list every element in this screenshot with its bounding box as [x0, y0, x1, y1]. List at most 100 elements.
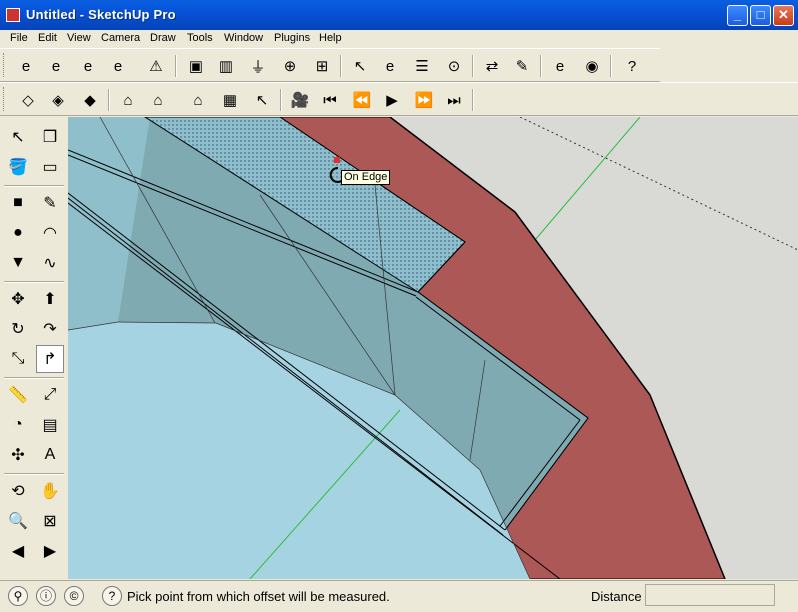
text-tool-icon[interactable]: ▤ — [36, 411, 64, 439]
materials-grid-icon[interactable]: ▦ — [218, 88, 242, 112]
menu-view[interactable]: View — [67, 32, 91, 44]
protractor-icon[interactable]: ◔ — [4, 411, 32, 439]
paint-bucket-icon[interactable]: 🪣 — [4, 153, 32, 181]
menu-tools[interactable]: Tools — [187, 32, 213, 44]
tool-separator — [4, 185, 64, 187]
polygon-tool-icon[interactable]: ▼ — [4, 249, 32, 277]
plug-icon[interactable]: ⏚ — [246, 54, 270, 78]
play-icon[interactable]: ▶ — [380, 88, 404, 112]
save-as-e-icon[interactable]: e — [106, 54, 130, 78]
large-tool-set: ↖ ❒ 🪣 ▭ ■ ✎ ● ◠ ▼ ∿ ✥ ⬆ ↻ ↷ ⤡ ↱ 📏 ⤢ ◔ ▤ … — [0, 117, 69, 579]
make-component-icon[interactable]: ❒ — [36, 123, 64, 151]
push-pull-icon[interactable]: ⬆ — [36, 285, 64, 313]
movie-camera-icon[interactable]: 🎥 — [288, 88, 312, 112]
pencil-line-icon[interactable]: ✎ — [36, 189, 64, 217]
zoom-window-icon[interactable]: ⊠ — [36, 507, 64, 535]
inference-tooltip: On Edge — [341, 170, 391, 185]
previous-view-icon[interactable]: ◀ — [4, 537, 32, 565]
3d-text-icon[interactable]: A — [36, 441, 64, 469]
tool-separator — [4, 281, 64, 283]
toolbar-grip[interactable] — [3, 53, 7, 77]
window-title: Untitled - SketchUp Pro — [26, 7, 176, 22]
measurements-label: Distance — [591, 589, 642, 604]
house-colored-icon[interactable]: ⌂ — [146, 88, 170, 112]
skip-first-icon[interactable]: ⏮ — [318, 88, 342, 112]
app-icon[interactable] — [6, 8, 20, 22]
tape-measure-icon[interactable]: 📏 — [4, 381, 32, 409]
hidden-line-cube-icon[interactable]: ◆ — [78, 88, 102, 112]
binoculars-icon[interactable]: ⊙ — [442, 54, 466, 78]
freehand-tool-icon[interactable]: ∿ — [36, 249, 64, 277]
rectangle-tool-icon[interactable]: ■ — [4, 189, 32, 217]
next-view-icon[interactable]: ▶ — [36, 537, 64, 565]
zoom-tool-icon[interactable]: 🔍 — [4, 507, 32, 535]
menu-camera[interactable]: Camera — [101, 32, 140, 44]
pointer-help-icon[interactable]: ↖ — [348, 54, 372, 78]
axes-tool-icon[interactable]: ✣ — [4, 441, 32, 469]
tool-separator — [4, 377, 64, 379]
warning-icon[interactable]: ⚠ — [144, 54, 168, 78]
geo-location-icon[interactable]: ⚲ — [8, 586, 28, 606]
skip-last-icon[interactable]: ⏭ — [442, 88, 466, 112]
toolbar-separator — [340, 55, 342, 77]
component-axes-icon[interactable]: ▥ — [214, 54, 238, 78]
paint-select-icon[interactable]: ↖ — [250, 88, 274, 112]
target-cc-icon[interactable]: ⊕ — [278, 54, 302, 78]
instructor-help-icon[interactable]: ? — [102, 586, 122, 606]
title-bar[interactable]: Untitled - SketchUp Pro _ □ ✕ — [0, 0, 798, 30]
ie-plus-icon[interactable]: e — [548, 54, 572, 78]
globe-icon[interactable]: ◉ — [580, 54, 604, 78]
close-button[interactable]: ✕ — [773, 5, 794, 26]
move-tool-icon[interactable]: ✥ — [4, 285, 32, 313]
toolbar-main: e e e e ⚠ ▣ ▥ ⏚ ⊕ ⊞ ↖ e ☰ ⊙ ⇄ ✎ e ◉ ? — [0, 48, 660, 82]
toolbar-separator — [540, 55, 542, 77]
menu-draw[interactable]: Draw — [150, 32, 176, 44]
save-e-icon[interactable]: e — [76, 54, 100, 78]
offset-tool-icon[interactable]: ↱ — [36, 345, 64, 373]
pan-hand-icon[interactable]: ✋ — [36, 477, 64, 505]
wire-cube-icon[interactable]: ◈ — [46, 88, 70, 112]
ie-export-icon[interactable]: e — [14, 54, 38, 78]
toolbar-separator — [108, 89, 110, 111]
status-bar: ⚲ ⓘ © ? Pick point from which offset wil… — [0, 580, 798, 612]
minimize-button[interactable]: _ — [727, 5, 748, 26]
swap-arrows-icon[interactable]: ⇄ — [480, 54, 504, 78]
house-textured-icon[interactable]: ⌂ — [186, 88, 210, 112]
help-icon[interactable]: ? — [620, 54, 644, 78]
circle-tool-icon[interactable]: ● — [4, 219, 32, 247]
toolbar-separator — [175, 55, 177, 77]
menu-help[interactable]: Help — [319, 32, 342, 44]
rewind-icon[interactable]: ⏪ — [350, 88, 374, 112]
follow-me-icon[interactable]: ↷ — [36, 315, 64, 343]
orbit-tool-icon[interactable]: ⟲ — [4, 477, 32, 505]
select-tool-icon[interactable]: ↖ — [4, 123, 32, 151]
house-shaded-icon[interactable]: ⌂ — [116, 88, 140, 112]
menu-edit[interactable]: Edit — [38, 32, 57, 44]
menu-file[interactable]: File — [10, 32, 28, 44]
drawing-viewport[interactable]: On Edge — [68, 117, 798, 579]
dimension-tool-icon[interactable]: ⤢ — [36, 381, 64, 409]
components-export-icon[interactable]: e — [44, 54, 68, 78]
arc-tool-icon[interactable]: ◠ — [36, 219, 64, 247]
grid-rm-icon[interactable]: ⊞ — [310, 54, 334, 78]
window-list-icon[interactable]: ☰ — [410, 54, 434, 78]
browser-e-icon[interactable]: e — [378, 54, 402, 78]
xray-cube-icon[interactable]: ◇ — [16, 88, 40, 112]
scale-tool-icon[interactable]: ⤡ — [4, 345, 32, 373]
fast-forward-icon[interactable]: ⏩ — [412, 88, 436, 112]
component-box-icon[interactable]: ▣ — [184, 54, 208, 78]
toolbar-grip[interactable] — [3, 87, 7, 111]
signin-icon[interactable]: © — [64, 586, 84, 606]
measurements-input[interactable] — [645, 584, 775, 606]
inference-point — [334, 157, 340, 163]
toolbar-separator — [280, 89, 282, 111]
status-message: Pick point from which offset will be mea… — [127, 589, 390, 604]
menu-window[interactable]: Window — [224, 32, 263, 44]
wrench-icon[interactable]: ✎ — [510, 54, 534, 78]
tool-separator — [4, 473, 64, 475]
credits-icon[interactable]: ⓘ — [36, 586, 56, 606]
eraser-icon[interactable]: ▭ — [36, 153, 64, 181]
rotate-tool-icon[interactable]: ↻ — [4, 315, 32, 343]
menu-plugins[interactable]: Plugins — [274, 32, 310, 44]
maximize-button[interactable]: □ — [750, 5, 771, 26]
